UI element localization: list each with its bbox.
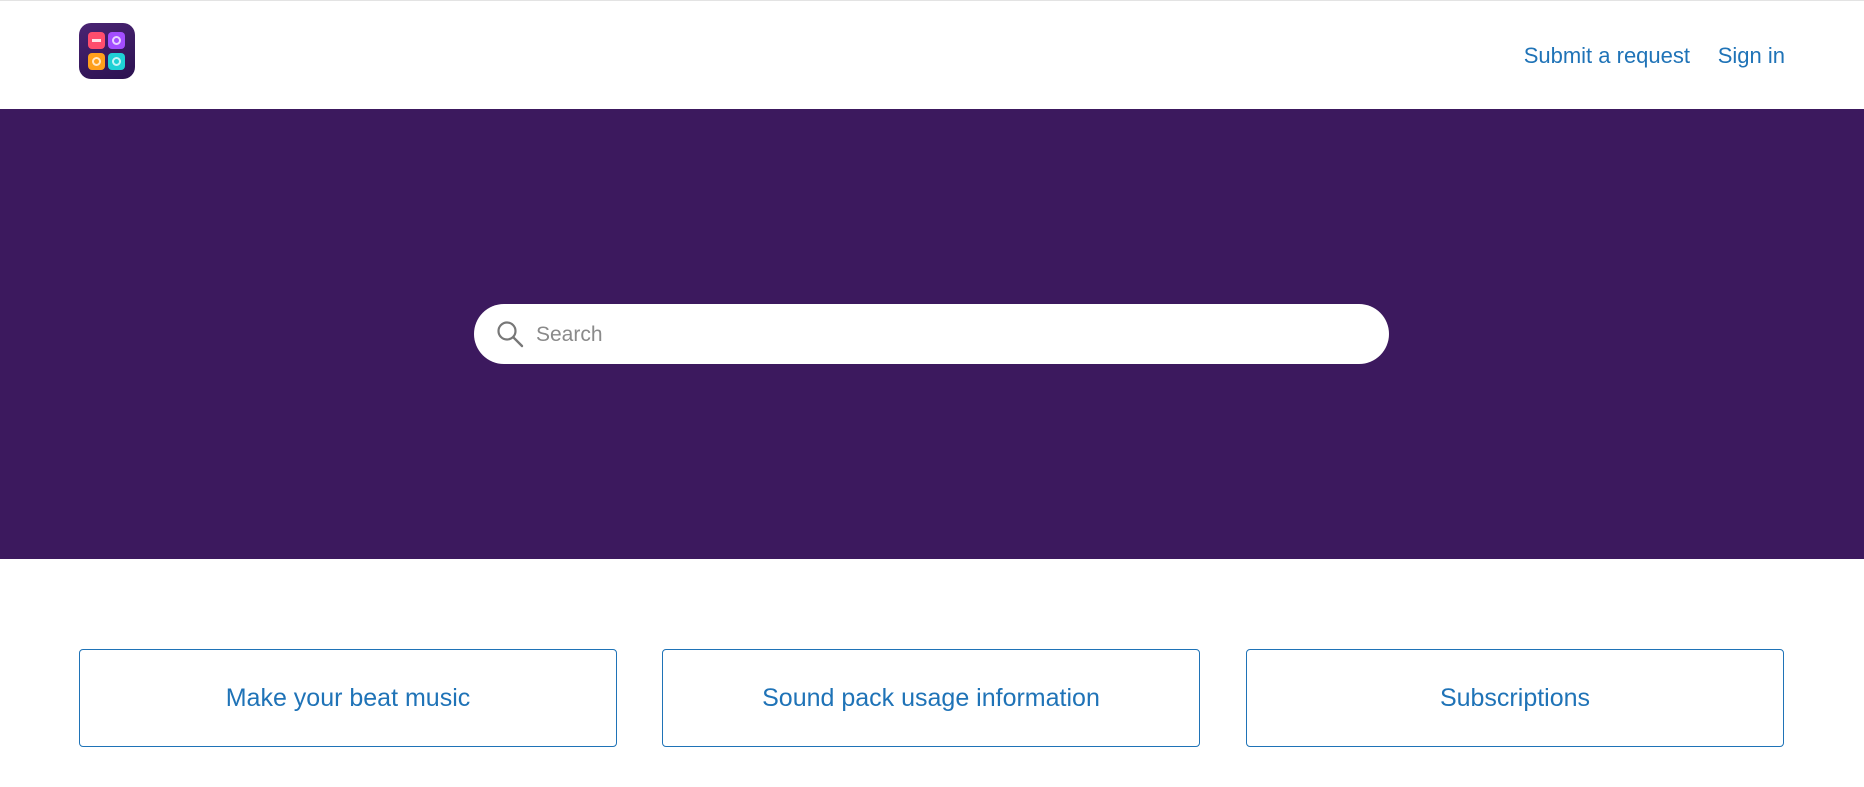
category-card-label: Subscriptions — [1439, 683, 1591, 712]
category-cards: Make your beat music Sound pack usage in… — [0, 649, 1864, 747]
site-header: Submit a request Sign in — [0, 1, 1864, 109]
category-card-sound-pack[interactable]: Sound pack usage information — [662, 649, 1200, 747]
search-icon — [497, 321, 524, 348]
logo-tile-orange — [88, 53, 105, 70]
app-logo-icon[interactable] — [79, 23, 135, 79]
hero-banner — [0, 109, 1864, 559]
category-card-subscriptions[interactable]: Subscriptions — [1246, 649, 1784, 747]
sign-in-link[interactable]: Sign in — [1718, 43, 1785, 69]
category-card-label: Make your beat music — [225, 683, 471, 712]
logo-tile-cyan — [108, 53, 125, 70]
logo-tile-red — [88, 32, 105, 49]
search-bar[interactable] — [474, 304, 1389, 364]
search-input[interactable] — [534, 314, 1358, 356]
submit-request-link[interactable]: Submit a request — [1524, 43, 1690, 69]
category-card-label: Sound pack usage information — [762, 683, 1100, 712]
category-card-beat-music[interactable]: Make your beat music — [79, 649, 617, 747]
logo-tile-purple — [108, 32, 125, 49]
